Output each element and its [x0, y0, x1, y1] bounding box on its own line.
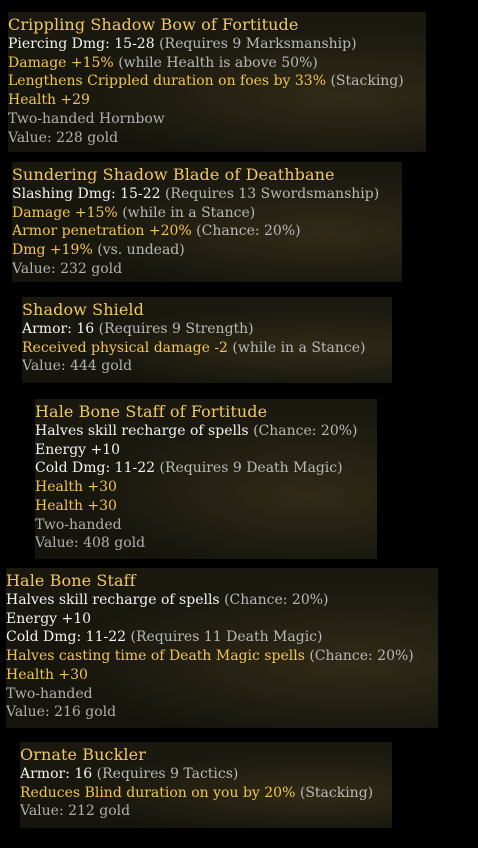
item-stats: Armor: 16 (Requires 9 Strength) Received … — [22, 320, 392, 376]
item-stat-text: Piercing Dmg: 15-28 — [8, 36, 155, 52]
item-stat-text: Cold Dmg: 11-22 — [35, 460, 156, 477]
item-stat-text: Dmg +19% — [12, 242, 93, 259]
item-title: Hale Bone Staff of Fortitude — [35, 402, 268, 421]
item-stat-text: Armor: 16 — [22, 321, 95, 337]
item-stat-note: (Requires 9 Death Magic) — [155, 460, 343, 477]
item-title: Sundering Shadow Blade of Deathbane — [12, 165, 335, 184]
item-stat-text: Halves skill recharge of spells — [35, 423, 249, 439]
item-stat-text: Value: 212 gold — [20, 803, 131, 820]
item-stat-note: (Chance: 20%) — [248, 423, 358, 439]
item-stat-text: Energy +10 — [6, 610, 92, 627]
item-stat-text: Lengthens Crippled duration on foes by 3… — [8, 73, 327, 90]
item-stat-line: Health +29 — [8, 91, 426, 110]
item-stat-line: Damage +15% (while Health is above 50%) — [8, 54, 426, 73]
item-stat-text: Slashing Dmg: 15-22 — [12, 186, 161, 202]
item-stat-text: Two-handed — [35, 516, 122, 533]
item-stat-note: (while in a Stance) — [117, 204, 256, 221]
item-stat-line: Armor: 16 (Requires 9 Strength) — [22, 320, 392, 339]
item-stat-line: Cold Dmg: 11-22 (Requires 11 Death Magic… — [6, 628, 438, 647]
item-stat-text: Two-handed Hornbow — [8, 110, 165, 127]
item-stat-line: Value: 216 gold — [6, 703, 438, 722]
item-stat-note: (vs. undead) — [92, 242, 185, 259]
item-stat-note: (Requires 11 Death Magic) — [126, 629, 323, 646]
item-stat-note: (Chance: 20%) — [191, 223, 301, 240]
item-title: Shadow Shield — [22, 300, 144, 319]
item-stat-note: (Requires 13 Swordsmanship) — [160, 186, 380, 202]
item-stat-note: (Chance: 20%) — [304, 648, 414, 665]
item-stat-line: Halves skill recharge of spells (Chance:… — [6, 591, 438, 610]
item-stat-line: Lengthens Crippled duration on foes by 3… — [8, 72, 426, 91]
item-stat-line: Value: 408 gold — [35, 534, 377, 553]
item-stat-text: Health +30 — [6, 666, 88, 683]
item-stat-line: Reduces Blind duration on you by 20% (St… — [20, 784, 392, 803]
item-stat-line: Two-handed — [35, 516, 377, 535]
item-stat-text: Two-handed — [6, 685, 93, 702]
item-tooltip-shadow-shield: Shadow Shield Armor: 16 (Requires 9 Stre… — [22, 297, 392, 383]
item-stat-text: Received physical damage -2 — [22, 339, 228, 356]
item-stat-line: Halves casting time of Death Magic spell… — [6, 647, 438, 666]
item-stat-line: Cold Dmg: 11-22 (Requires 9 Death Magic) — [35, 459, 377, 478]
item-stat-note: (Chance: 20%) — [219, 592, 329, 608]
item-stats: Halves skill recharge of spells (Chance:… — [35, 422, 377, 553]
item-stat-text: Value: 232 gold — [12, 260, 123, 277]
item-stat-line: Piercing Dmg: 15-28 (Requires 9 Marksman… — [8, 35, 426, 54]
item-stats: Armor: 16 (Requires 9 Tactics) Reduces Bl… — [20, 765, 392, 821]
item-stat-note: (while Health is above 50%) — [113, 54, 318, 71]
item-stat-line: Received physical damage -2 (while in a … — [22, 339, 392, 358]
item-stat-line: Energy +10 — [35, 441, 377, 460]
item-title: Hale Bone Staff — [6, 571, 136, 590]
item-stat-note: (Requires 9 Marksmanship) — [154, 36, 357, 52]
item-stat-text: Health +29 — [8, 92, 90, 109]
item-stat-line: Health +30 — [35, 497, 377, 516]
item-stat-text: Halves casting time of Death Magic spell… — [6, 648, 305, 665]
item-stat-note: (Requires 9 Strength) — [94, 321, 254, 337]
item-tooltip-sundering-shadow-blade: Sundering Shadow Blade of Deathbane Slas… — [12, 162, 402, 282]
item-stats: Piercing Dmg: 15-28 (Requires 9 Marksman… — [8, 35, 426, 147]
item-stat-text: Health +30 — [35, 479, 117, 496]
item-stat-line: Two-handed — [6, 685, 438, 704]
item-stat-text: Cold Dmg: 11-22 — [6, 629, 127, 646]
item-stat-text: Health +30 — [35, 497, 117, 514]
item-stat-text: Armor penetration +20% — [12, 223, 192, 240]
item-stat-line: Value: 212 gold — [20, 802, 392, 821]
item-stat-line: Armor penetration +20% (Chance: 20%) — [12, 222, 402, 241]
item-stat-text: Value: 408 gold — [35, 535, 146, 552]
item-stat-text: Halves skill recharge of spells — [6, 592, 220, 608]
item-tooltip-hale-bone-staff: Hale Bone Staff Halves skill recharge of… — [6, 568, 438, 728]
item-stat-text: Value: 228 gold — [8, 129, 119, 146]
item-stat-text: Value: 444 gold — [22, 358, 133, 375]
item-stats: Halves skill recharge of spells (Chance:… — [6, 591, 438, 722]
item-stat-line: Damage +15% (while in a Stance) — [12, 204, 402, 223]
item-tooltip-ornate-buckler: Ornate Buckler Armor: 16 (Requires 9 Tac… — [20, 742, 392, 828]
item-stat-line: Value: 228 gold — [8, 129, 426, 148]
item-stat-line: Halves skill recharge of spells (Chance:… — [35, 422, 377, 441]
item-stat-line: Slashing Dmg: 15-22 (Requires 13 Swordsm… — [12, 185, 402, 204]
item-stat-line: Dmg +19% (vs. undead) — [12, 241, 402, 260]
item-stat-line: Energy +10 — [6, 610, 438, 629]
item-stat-line: Armor: 16 (Requires 9 Tactics) — [20, 765, 392, 784]
item-stat-line: Health +30 — [6, 666, 438, 685]
item-stat-text: Value: 216 gold — [6, 704, 117, 721]
item-stat-line: Two-handed Hornbow — [8, 110, 426, 129]
item-stat-line: Value: 444 gold — [22, 357, 392, 376]
item-stat-note: (Requires 9 Tactics) — [92, 766, 239, 782]
item-stat-line: Value: 232 gold — [12, 260, 402, 279]
item-stats: Slashing Dmg: 15-22 (Requires 13 Swordsm… — [12, 185, 402, 279]
item-stat-line: Health +30 — [35, 478, 377, 497]
item-stat-note: (while in a Stance) — [227, 339, 366, 356]
item-stat-text: Energy +10 — [35, 441, 121, 458]
item-title: Ornate Buckler — [20, 745, 146, 764]
item-title: Crippling Shadow Bow of Fortitude — [8, 15, 299, 34]
item-stat-text: Damage +15% — [12, 204, 118, 221]
item-stat-note: (Stacking) — [326, 73, 404, 90]
item-stat-text: Reduces Blind duration on you by 20% — [20, 784, 296, 801]
item-stat-text: Damage +15% — [8, 54, 114, 71]
item-tooltip-hale-bone-staff-of-fortitude: Hale Bone Staff of Fortitude Halves skil… — [35, 399, 377, 559]
item-stat-note: (Stacking) — [295, 784, 374, 801]
item-tooltip-crippling-shadow-bow: Crippling Shadow Bow of Fortitude Pierci… — [8, 12, 426, 152]
item-stat-text: Armor: 16 — [20, 766, 93, 782]
